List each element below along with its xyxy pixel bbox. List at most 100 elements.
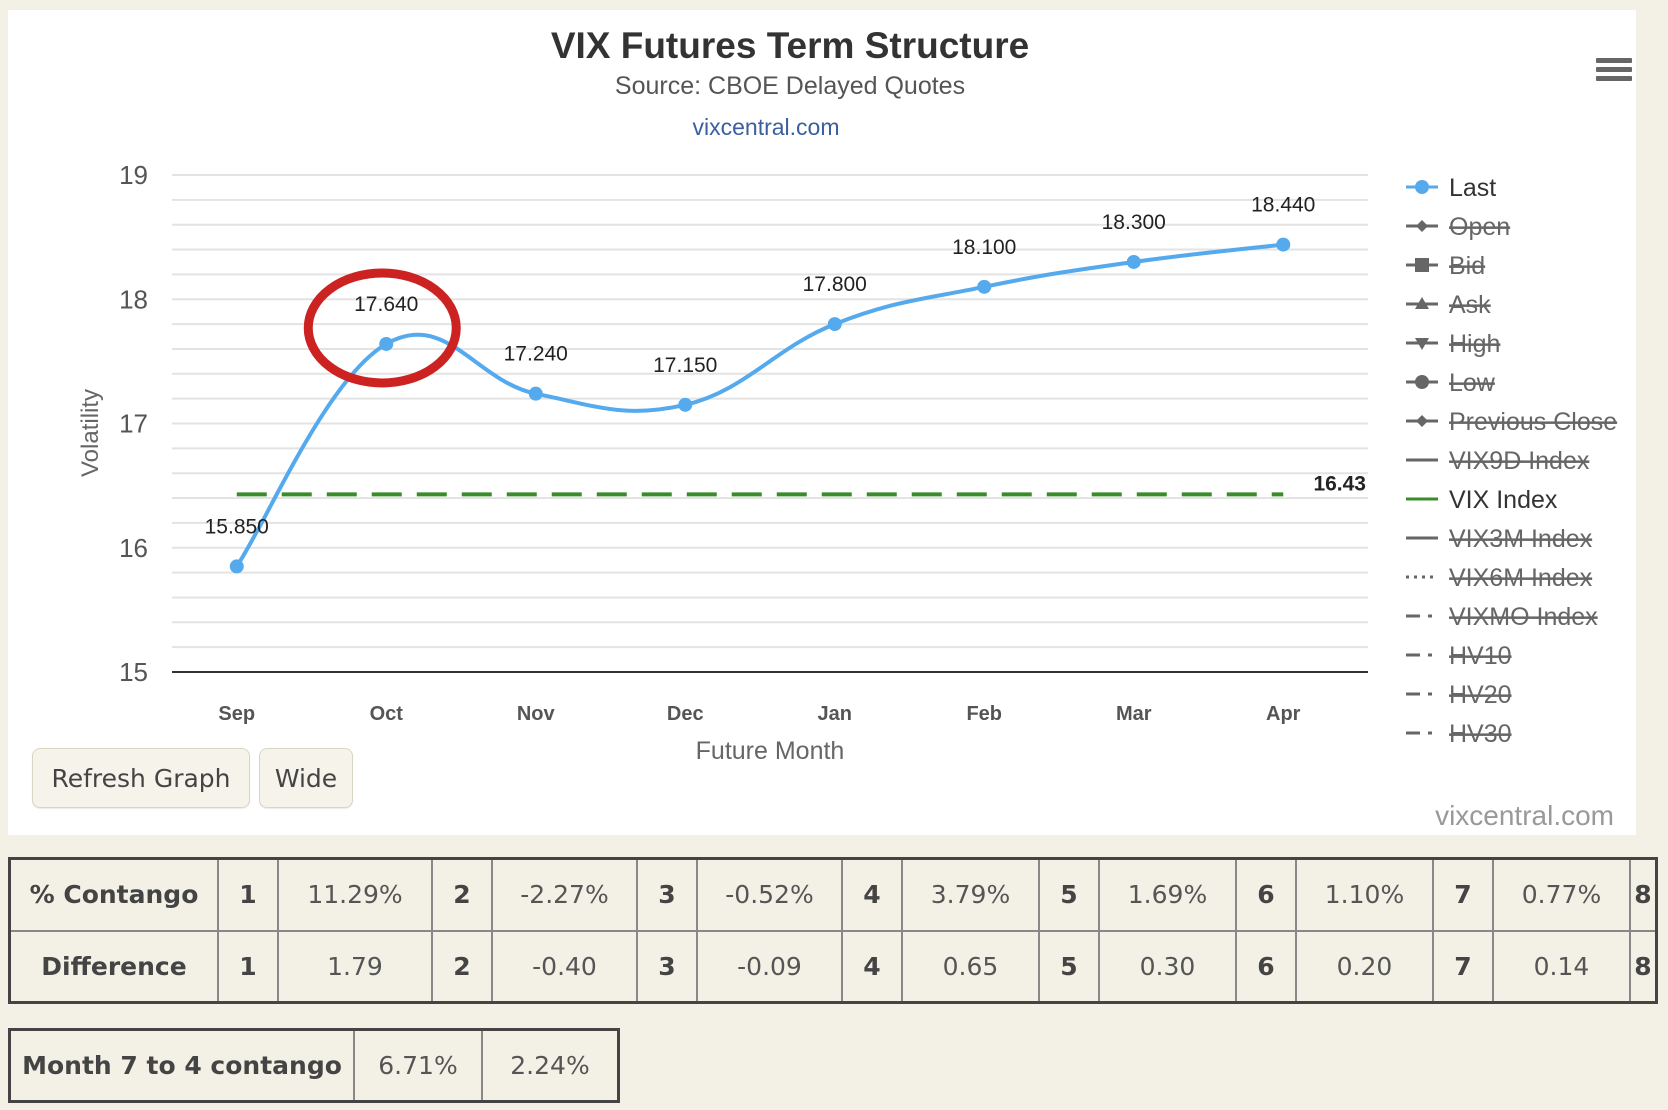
x-tick-label: Apr [1266,703,1301,725]
data-point[interactable] [379,336,394,351]
vix-index-label: 16.43 [1313,472,1366,495]
y-tick-label: 17 [119,409,148,439]
refresh-graph-button[interactable]: Refresh Graph [32,748,250,808]
month-index-cell: 2 [431,857,493,932]
legend-label: High [1449,330,1500,358]
legend-item[interactable]: Previous Close [1406,408,1617,436]
legend-label: VIX Index [1449,486,1558,514]
month-index-cell: 5 [1038,857,1100,932]
data-label: 17.800 [803,273,867,296]
data-label: 18.100 [952,236,1016,259]
legend-label: VIXMO Index [1449,603,1598,631]
legend-circle-icon [1406,180,1438,194]
month-index-cell: 7 [1432,929,1494,1004]
legend-item[interactable]: Bid [1406,252,1485,280]
legend-item[interactable]: Last [1406,174,1496,202]
legend-item[interactable]: High [1406,330,1500,358]
legend-label: Last [1449,174,1496,202]
data-point[interactable] [1126,254,1141,269]
wide-button[interactable]: Wide [259,748,353,808]
contango-table: % Contango 1 11.29% 2 -2.27% 3 -0.52% 4 3.79% 5 1.… [8,857,1658,1004]
data-point[interactable] [1276,237,1291,252]
month-index-cell: 3 [636,857,698,932]
value-cell: -2.27% [491,857,638,932]
month-index-cell: 8 [1629,857,1658,932]
month-index-cell: 2 [431,929,493,1004]
legend-label: Ask [1449,291,1491,319]
legend-item[interactable]: VIX6M Index [1406,564,1593,592]
legend-diamond-icon [1406,415,1438,427]
y-tick-label: 18 [119,284,148,314]
data-point[interactable] [827,317,842,332]
y-tick-label: 19 [119,160,148,190]
legend-label: Low [1449,369,1496,397]
month-index-cell: 4 [841,929,903,1004]
hamburger-menu-icon-bar [1596,76,1632,81]
legend-label: VIX3M Index [1449,525,1593,553]
hamburger-menu-icon-bar [1596,58,1632,63]
legend-item[interactable]: HV20 [1406,681,1512,709]
value-cell: 0.20 [1295,929,1434,1004]
x-tick-label: Feb [966,703,1002,725]
row-label: Difference [8,929,219,1004]
hamburger-menu-icon-bar [1596,67,1632,72]
table-row: % Contango 1 11.29% 2 -2.27% 3 -0.52% 4 3.79% 5 1.… [8,857,1658,932]
legend-item[interactable]: Low [1406,369,1496,397]
month-7-to-4-table: Month 7 to 4 contango 6.71% 2.24% [8,1028,620,1103]
value-cell: 0.30 [1098,929,1237,1004]
data-label: 18.300 [1102,211,1166,234]
value-cell: -0.52% [696,857,843,932]
data-point[interactable] [977,279,992,294]
month-index-cell: 1 [217,857,279,932]
table-row: Month 7 to 4 contango 6.71% 2.24% [8,1028,620,1103]
month-index-cell: 6 [1235,857,1297,932]
data-point[interactable] [229,559,244,574]
legend-label: HV30 [1449,720,1512,748]
legend-label: HV20 [1449,681,1512,709]
month-index-cell: 3 [636,929,698,1004]
value-cell: 1.69% [1098,857,1237,932]
y-tick-label: 15 [119,657,148,687]
month-index-cell: 8 [1629,929,1658,1004]
chart: VIX Futures Term Structure Source: CBOE … [77,25,1617,765]
value-cell: 3.79% [901,857,1040,932]
x-tick-label: Sep [218,703,255,725]
legend-item[interactable]: HV30 [1406,720,1512,748]
legend-square-icon [1406,258,1438,272]
legend-triangle-icon [1406,297,1438,309]
legend-diamond-icon [1406,220,1438,232]
legend-item[interactable]: VIX Index [1406,486,1558,514]
month-index-cell: 1 [217,929,279,1004]
value-cell: 2.24% [481,1028,620,1103]
row-label: % Contango [8,857,219,932]
legend-item[interactable]: VIXMO Index [1406,603,1598,631]
legend-label: Previous Close [1449,408,1617,436]
x-tick-label: Jan [818,703,852,725]
data-point[interactable] [678,397,693,412]
legend-label: VIX6M Index [1449,564,1593,592]
data-label: 17.640 [354,293,418,316]
legend-item[interactable]: VIX9D Index [1406,447,1590,475]
value-cell: 1.79 [277,929,433,1004]
legend-item[interactable]: Open [1406,213,1510,241]
month-index-cell: 6 [1235,929,1297,1004]
value-cell: 0.77% [1492,857,1631,932]
legend-item[interactable]: VIX3M Index [1406,525,1593,553]
table-row: Difference 1 1.79 2 -0.40 3 -0.09 4 0.65 5 0.30 6 0.… [8,929,1658,1004]
x-tick-label: Mar [1116,703,1152,725]
legend-label: HV10 [1449,642,1512,670]
chart-subtitle: Source: CBOE Delayed Quotes [615,72,965,100]
legend: Last Open Bid Ask High Low Previous Close VIX9D… [1406,174,1617,748]
credit-link-top[interactable]: vixcentral.com [693,114,840,140]
value-cell: -0.40 [491,929,638,1004]
legend-item[interactable]: HV10 [1406,642,1512,670]
legend-label: Bid [1449,252,1485,280]
credit-link-bottom[interactable]: vixcentral.com [1435,800,1614,832]
row-label: Month 7 to 4 contango [8,1028,355,1103]
chart-menu-button[interactable] [1596,54,1632,86]
legend-item[interactable]: Ask [1406,291,1491,319]
x-tick-label: Nov [517,703,556,725]
x-tick-label: Dec [667,703,704,725]
value-cell: 11.29% [277,857,433,932]
data-point[interactable] [528,386,543,401]
